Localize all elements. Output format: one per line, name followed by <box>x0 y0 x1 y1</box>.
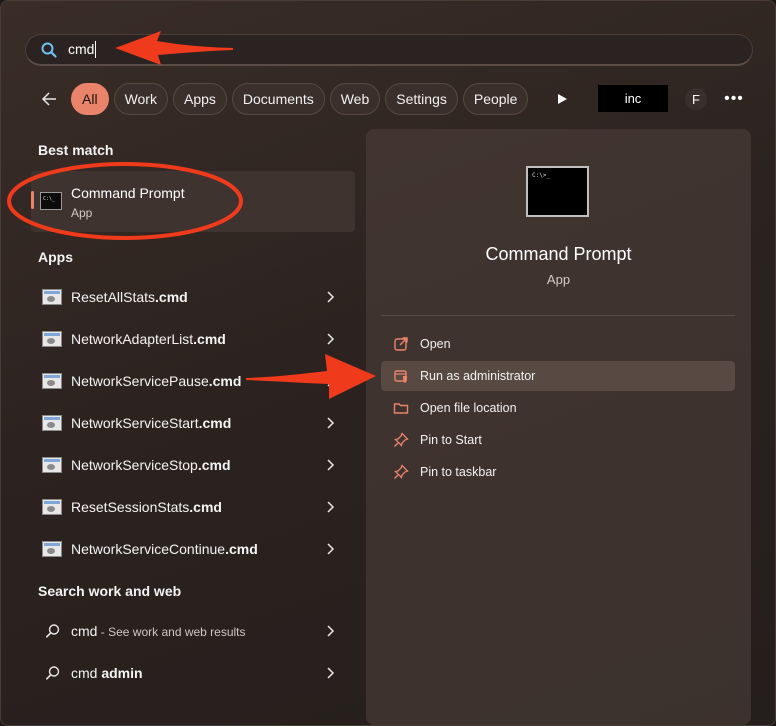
chevron-right-icon[interactable] <box>323 416 337 430</box>
app-item-label: NetworkServiceStop.cmd <box>71 457 231 473</box>
start-search-window: cmd All Work Apps Documents Web Settings… <box>0 0 776 726</box>
cmd-file-icon <box>42 415 62 431</box>
cmd-file-icon <box>42 457 62 473</box>
search-box[interactable]: cmd <box>25 34 753 66</box>
chevron-right-icon[interactable] <box>323 458 337 472</box>
action-pin-to-start[interactable]: Pin to Start <box>381 425 735 455</box>
filter-people[interactable]: People <box>462 83 529 115</box>
detail-type: App <box>546 272 571 287</box>
more-options-icon[interactable]: ••• <box>723 89 745 109</box>
chevron-right-icon[interactable] <box>323 374 337 388</box>
app-item-label: ResetSessionStats.cmd <box>71 499 222 515</box>
best-match-name: Command Prompt <box>71 185 185 201</box>
app-item-label: NetworkServiceStart.cmd <box>71 415 232 431</box>
chevron-right-icon[interactable] <box>323 290 337 304</box>
back-arrow-icon[interactable] <box>37 87 61 111</box>
filter-work[interactable]: Work <box>113 83 168 115</box>
web-result-label: cmd admin <box>71 665 143 681</box>
detail-pane: C:\>_ Command Prompt App Open Run as adm… <box>366 129 751 725</box>
search-input[interactable]: cmd <box>68 41 97 59</box>
best-match-type: App <box>71 206 93 220</box>
app-item[interactable]: ResetAllStats.cmd <box>31 277 351 317</box>
pin-icon <box>394 464 409 479</box>
chevron-right-icon[interactable] <box>323 666 337 680</box>
cmd-file-icon <box>42 331 62 347</box>
action-open-file-location[interactable]: Open file location <box>381 393 735 423</box>
cmd-file-icon <box>42 373 62 389</box>
app-item-label: ResetAllStats.cmd <box>71 289 188 305</box>
filter-bar: All Work Apps Documents Web Settings Peo… <box>37 83 533 115</box>
chevron-right-icon[interactable] <box>323 542 337 556</box>
filter-settings[interactable]: Settings <box>385 83 458 115</box>
filter-documents[interactable]: Documents <box>231 83 325 115</box>
organization-label[interactable]: inc <box>598 85 668 112</box>
filter-all[interactable]: All <box>71 83 109 115</box>
chevron-right-icon[interactable] <box>323 500 337 514</box>
action-open[interactable]: Open <box>381 329 735 359</box>
search-icon <box>45 624 60 638</box>
best-match-heading: Best match <box>38 142 114 158</box>
filter-web[interactable]: Web <box>329 83 381 115</box>
cmd-file-icon <box>42 289 62 305</box>
best-match-item[interactable]: C:\_ Command Prompt App <box>31 171 355 232</box>
app-item[interactable]: NetworkServiceStop.cmd <box>31 445 351 485</box>
app-item-label: NetworkAdapterList.cmd <box>71 331 226 347</box>
web-result-item[interactable]: cmd - See work and web results <box>31 611 351 651</box>
app-item[interactable]: ResetSessionStats.cmd <box>31 487 351 527</box>
cmd-file-icon <box>42 541 62 557</box>
app-item[interactable]: NetworkServiceStart.cmd <box>31 403 351 443</box>
web-result-label: cmd - See work and web results <box>71 623 246 639</box>
search-icon <box>41 42 57 58</box>
app-item[interactable]: NetworkServicePause.cmd <box>31 361 351 401</box>
chevron-right-icon[interactable] <box>323 332 337 346</box>
action-pin-to-taskbar[interactable]: Pin to taskbar <box>381 457 735 487</box>
pin-icon <box>394 432 409 447</box>
app-item[interactable]: NetworkAdapterList.cmd <box>31 319 351 359</box>
selection-indicator <box>31 191 34 209</box>
apps-heading: Apps <box>38 249 73 265</box>
cmd-file-icon <box>42 499 62 515</box>
web-search-heading: Search work and web <box>38 583 182 599</box>
divider <box>381 315 735 316</box>
command-prompt-icon: C:\_ <box>40 192 62 210</box>
action-run-as-admin[interactable]: Run as administrator <box>381 361 735 391</box>
avatar[interactable]: F <box>685 88 707 110</box>
search-icon <box>45 666 60 680</box>
app-item[interactable]: NetworkServiceContinue.cmd <box>31 529 351 569</box>
play-more-filters-icon[interactable] <box>552 89 572 109</box>
app-item-label: NetworkServiceContinue.cmd <box>71 541 258 557</box>
command-prompt-large-icon: C:\>_ <box>526 166 589 217</box>
chevron-right-icon[interactable] <box>323 624 337 638</box>
admin-shield-icon <box>394 370 407 383</box>
open-external-icon <box>394 337 408 351</box>
filter-apps[interactable]: Apps <box>172 83 227 115</box>
folder-icon <box>393 403 409 414</box>
app-item-label: NetworkServicePause.cmd <box>71 373 242 389</box>
web-result-item[interactable]: cmd admin <box>31 653 351 693</box>
detail-title: Command Prompt <box>485 244 632 264</box>
